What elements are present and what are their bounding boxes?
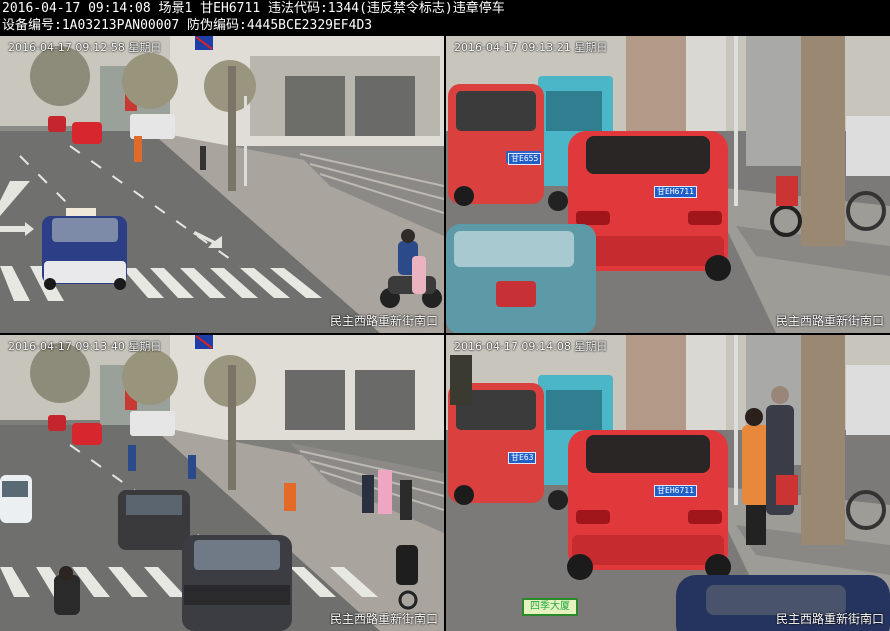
violation-info-line-2: 设备编号:1A03213PAN00007 防伪编码:4445BCE2329EF4…: [2, 18, 373, 33]
violation-info-line-1: 2016-04-17 09:14:08 场景1 甘EH6711 违法代码:134…: [2, 1, 505, 16]
street-scene-wide-2: [0, 335, 444, 631]
camera-frame-3: 2016-04-17 09:13:40 星期日 民主西路重新街南口: [0, 335, 444, 631]
frame-1-timestamp: 2016-04-17 09:12:58 星期日: [8, 41, 162, 54]
street-scene-closeup-1: [446, 36, 890, 333]
camera-frame-2: 甘E655 甘EH6711 2016-04-17 09:13:21 星期日 民主…: [446, 36, 890, 333]
frame-3-timestamp: 2016-04-17 09:13:40 星期日: [8, 340, 162, 353]
frame-4-timestamp: 2016-04-17 09:14:08 星期日: [454, 340, 608, 353]
neighbor-car-plate: 甘E655: [508, 153, 542, 165]
violator-plate-frame-4: 甘EH6711: [654, 485, 697, 497]
street-scene-wide-1: [0, 36, 444, 333]
camera-frame-1: 2016-04-17 09:12:58 星期日 民主西路重新街南口: [0, 36, 444, 333]
building-sign: 四季大厦: [522, 598, 578, 616]
frame-1-location-label: 民主西路重新街南口: [329, 314, 438, 328]
street-scene-closeup-2: [446, 335, 890, 631]
violator-plate-frame-2: 甘EH6711: [654, 186, 697, 198]
violation-info-header: 2016-04-17 09:14:08 场景1 甘EH6711 违法代码:134…: [0, 0, 890, 36]
frame-2-location-label: 民主西路重新街南口: [775, 314, 884, 328]
frame-3-location-label: 民主西路重新街南口: [329, 612, 438, 626]
neighbor-car-plate-frame-4: 甘E63: [508, 452, 537, 464]
frame-4-location-label: 民主西路重新街南口: [775, 612, 884, 626]
camera-frame-4: 甘E63 甘EH6711 四季大厦 2016-04-17 09:14:08 星期…: [446, 335, 890, 631]
frame-2-timestamp: 2016-04-17 09:13:21 星期日: [454, 41, 608, 54]
